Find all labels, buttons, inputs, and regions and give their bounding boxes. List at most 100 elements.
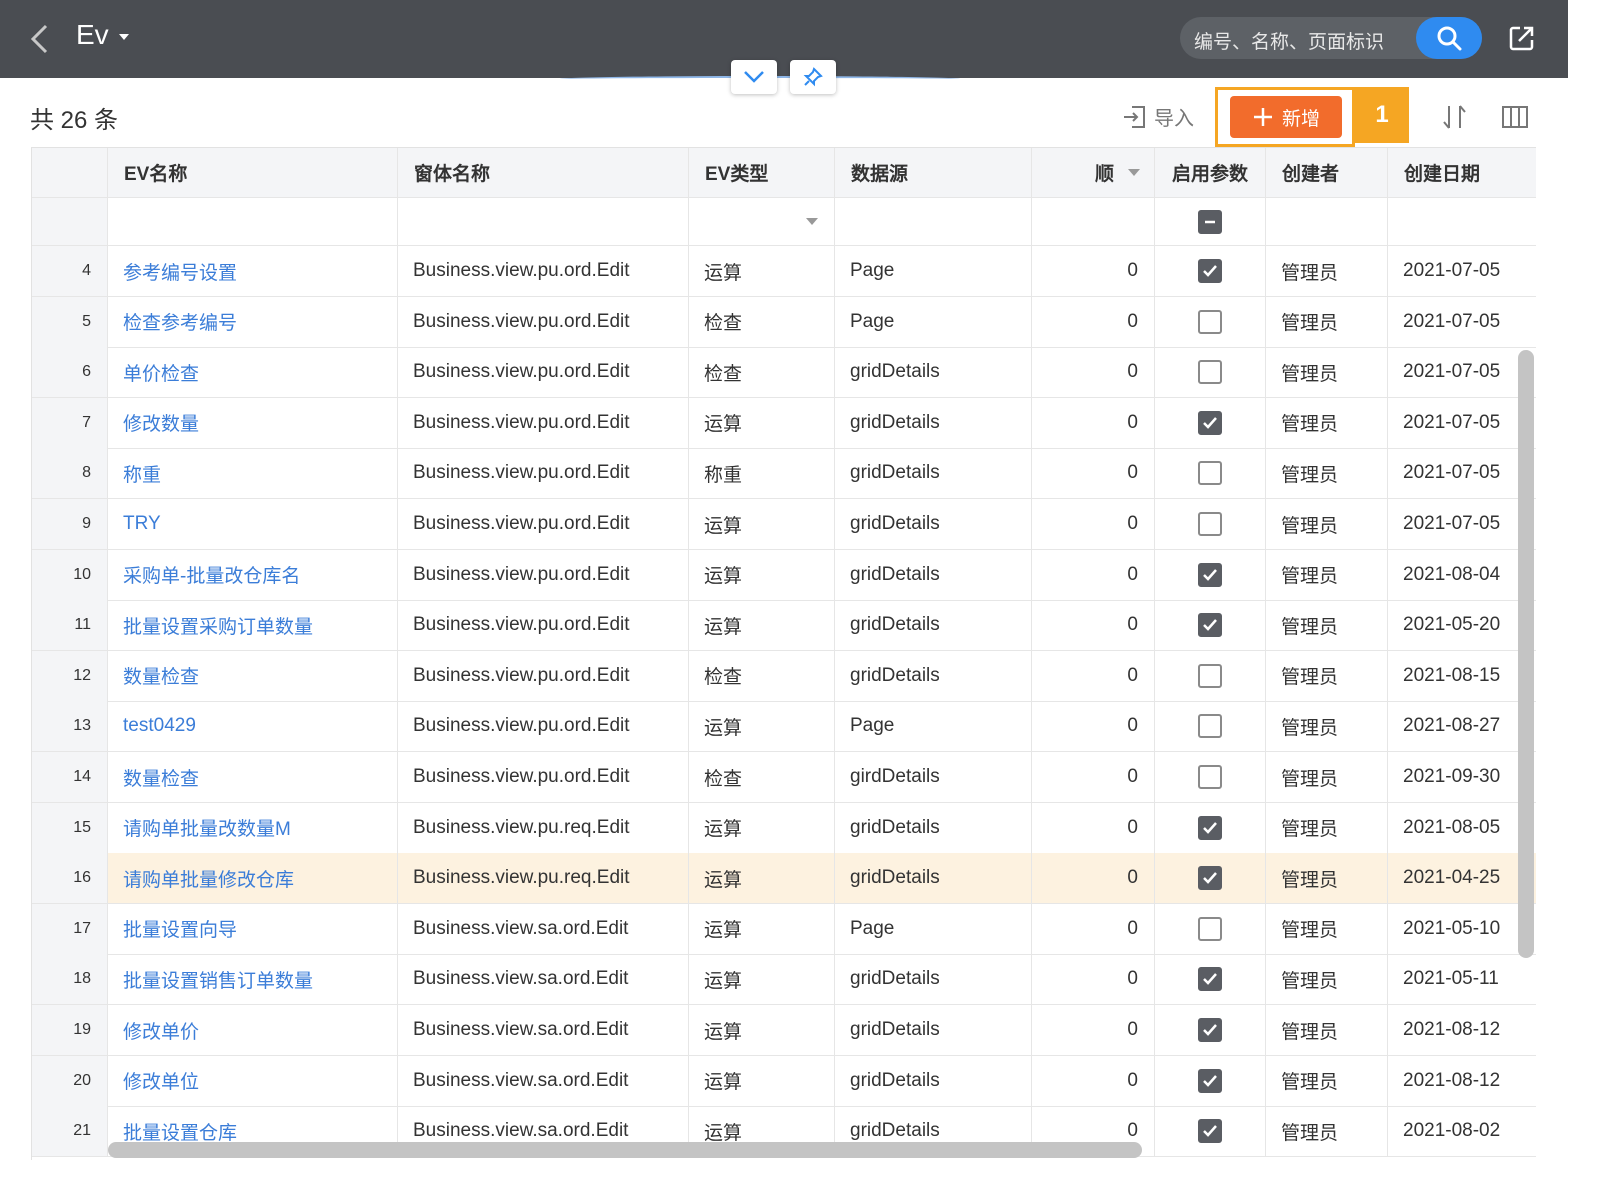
checked-checkbox[interactable] <box>1198 562 1222 587</box>
ev-name-link[interactable]: 批量设置向导 <box>108 903 398 954</box>
table-row[interactable]: 5 检查参考编号 Business.view.pu.ord.Edit 检查 Page 0 管… <box>32 296 1536 348</box>
checked-checkbox[interactable] <box>1198 815 1222 840</box>
created-date-cell: 2021-08-27 <box>1403 715 1501 737</box>
checked-checkbox[interactable] <box>1198 866 1222 891</box>
table-row[interactable]: 16 请购单批量修改仓库 Business.view.pu.req.Edit 运算 gr… <box>32 853 1536 905</box>
ev-name-link[interactable]: 检查参考编号 <box>108 296 398 347</box>
table-row[interactable]: 20 修改单位 Business.view.sa.ord.Edit 运算 gridDet… <box>32 1055 1536 1107</box>
columns-icon[interactable] <box>1500 103 1530 131</box>
horizontal-scrollbar[interactable] <box>108 1142 1142 1158</box>
header-form-name[interactable]: 窗体名称 <box>398 148 689 197</box>
table-row[interactable]: 4 参考编号设置 Business.view.pu.ord.Edit 运算 Page 0 管… <box>32 246 1536 297</box>
table-row[interactable]: 8 称重 Business.view.pu.ord.Edit 称重 gridDetail… <box>32 448 1536 500</box>
unchecked-checkbox[interactable] <box>1198 714 1222 739</box>
collapse-button[interactable] <box>731 60 777 94</box>
data-source-cell: gridDetails <box>835 853 1032 904</box>
ev-name-link[interactable]: 数量检查 <box>108 752 398 802</box>
sort-icon[interactable] <box>1440 102 1470 132</box>
header-created-date[interactable]: 创建日期 <box>1388 148 1536 197</box>
table-row[interactable]: 18 批量设置销售订单数量 Business.view.sa.ord.Edit 运算 g… <box>32 954 1536 1006</box>
table-row[interactable]: 14 数量检查 Business.view.pu.ord.Edit 检查 girdDet… <box>32 752 1536 803</box>
filter-ev-name[interactable] <box>108 198 398 245</box>
filter-created-date[interactable] <box>1388 198 1536 245</box>
ev-name-link[interactable]: test0429 <box>108 701 398 752</box>
add-button[interactable]: 新增 <box>1230 96 1342 138</box>
checked-checkbox[interactable] <box>1198 613 1222 638</box>
ev-name-link[interactable]: 修改单位 <box>108 1055 398 1106</box>
table-row[interactable]: 12 数量检查 Business.view.pu.ord.Edit 检查 gridDet… <box>32 650 1536 702</box>
table-row[interactable]: 7 修改数量 Business.view.pu.ord.Edit 运算 gridDeta… <box>32 397 1536 449</box>
filter-enabled[interactable] <box>1155 198 1266 245</box>
table-row[interactable]: 17 批量设置向导 Business.view.sa.ord.Edit 运算 Page 0… <box>32 903 1536 955</box>
search-button[interactable] <box>1416 17 1482 59</box>
unchecked-checkbox[interactable] <box>1198 663 1222 688</box>
filter-order[interactable] <box>1032 198 1155 245</box>
creator-cell: 管理员 <box>1266 499 1388 549</box>
filter-ev-type-select[interactable] <box>689 198 835 245</box>
created-date-cell: 2021-08-02 <box>1403 1120 1501 1142</box>
column-menu-caret-icon[interactable] <box>1128 169 1140 176</box>
ev-name-link[interactable]: 数量检查 <box>108 650 398 701</box>
checked-checkbox[interactable] <box>1198 410 1222 435</box>
header-creator[interactable]: 创建者 <box>1266 148 1388 197</box>
order-cell: 0 <box>1032 903 1155 954</box>
enabled-cell <box>1155 499 1266 549</box>
ev-name-link[interactable]: 请购单批量修改仓库 <box>108 853 398 904</box>
checked-checkbox[interactable] <box>1198 1068 1222 1093</box>
search-placeholder: 编号、名称、页面标识 <box>1194 32 1385 53</box>
ev-name-link[interactable]: 批量设置销售订单数量 <box>108 954 398 1005</box>
checked-checkbox[interactable] <box>1198 967 1222 992</box>
ev-name-link[interactable]: 修改数量 <box>108 397 398 448</box>
creator-cell: 管理员 <box>1266 296 1388 347</box>
ev-type-cell: 运算 <box>689 1055 835 1106</box>
checked-checkbox[interactable] <box>1198 259 1222 283</box>
ev-name-link[interactable]: 批量设置采购订单数量 <box>108 600 398 651</box>
ev-name-link[interactable]: TRY <box>108 499 398 549</box>
ev-type-cell: 运算 <box>689 549 835 600</box>
ev-name-link[interactable]: 单价检查 <box>108 347 398 398</box>
unchecked-checkbox[interactable] <box>1198 360 1222 385</box>
table-row[interactable]: 15 请购单批量改数量M Business.view.pu.req.Edit 运算 gr… <box>32 802 1536 854</box>
created-date-cell: 2021-07-05 <box>1403 462 1501 484</box>
table-row[interactable]: 9 TRY Business.view.pu.ord.Edit 运算 gridDetai… <box>32 499 1536 550</box>
table-row[interactable]: 6 单价检查 Business.view.pu.ord.Edit 检查 gridDeta… <box>32 347 1536 399</box>
created-date-cell: 2021-07-05 <box>1403 361 1501 383</box>
ev-name-link[interactable]: 称重 <box>108 448 398 499</box>
filter-form-name[interactable] <box>398 198 689 245</box>
filter-creator[interactable] <box>1266 198 1388 245</box>
header-enabled[interactable]: 启用参数 <box>1155 148 1266 197</box>
table-row[interactable]: 11 批量设置采购订单数量 Business.view.pu.ord.Edit 运算 g… <box>32 600 1536 652</box>
header-data-source[interactable]: 数据源 <box>835 148 1032 197</box>
indeterminate-checkbox[interactable] <box>1198 209 1222 234</box>
unchecked-checkbox[interactable] <box>1198 309 1222 334</box>
open-external-icon[interactable] <box>1508 24 1536 52</box>
unchecked-checkbox[interactable] <box>1198 461 1222 486</box>
ev-name-link[interactable]: 修改单价 <box>108 1005 398 1055</box>
module-title-dropdown[interactable]: Ev <box>76 19 129 51</box>
checked-checkbox[interactable] <box>1198 1018 1222 1042</box>
header-ev-name[interactable]: EV名称 <box>108 148 398 197</box>
unchecked-checkbox[interactable] <box>1198 916 1222 941</box>
pin-button[interactable] <box>790 60 836 94</box>
table-row[interactable]: 10 采购单-批量改仓库名 Business.view.pu.ord.Edit 运算 g… <box>32 549 1536 601</box>
checked-checkbox[interactable] <box>1198 1119 1222 1144</box>
filter-data-source[interactable] <box>835 198 1032 245</box>
table-row[interactable]: 13 test0429 Business.view.pu.ord.Edit 运算 Pag… <box>32 701 1536 753</box>
unchecked-checkbox[interactable] <box>1198 765 1222 789</box>
unchecked-checkbox[interactable] <box>1198 512 1222 536</box>
ev-name-link[interactable]: 参考编号设置 <box>108 246 398 296</box>
ev-name-link[interactable]: 采购单-批量改仓库名 <box>108 549 398 600</box>
header-order[interactable]: 顺 <box>1032 148 1155 197</box>
ev-name-link[interactable]: 请购单批量改数量M <box>108 802 398 853</box>
row-index: 18 <box>32 954 108 1005</box>
created-date-cell: 2021-09-30 <box>1403 766 1501 787</box>
row-index: 6 <box>32 347 108 398</box>
table-row[interactable]: 19 修改单价 Business.view.sa.ord.Edit 运算 gridDet… <box>32 1005 1536 1056</box>
import-button[interactable]: 导入 <box>1122 102 1194 131</box>
header-ev-type[interactable]: EV类型 <box>689 148 835 197</box>
caret-down-icon <box>118 33 129 40</box>
enabled-cell <box>1155 954 1266 1005</box>
back-chevron-icon[interactable] <box>28 22 52 56</box>
checkmark-icon <box>1203 821 1217 834</box>
vertical-scrollbar[interactable] <box>1518 350 1534 958</box>
